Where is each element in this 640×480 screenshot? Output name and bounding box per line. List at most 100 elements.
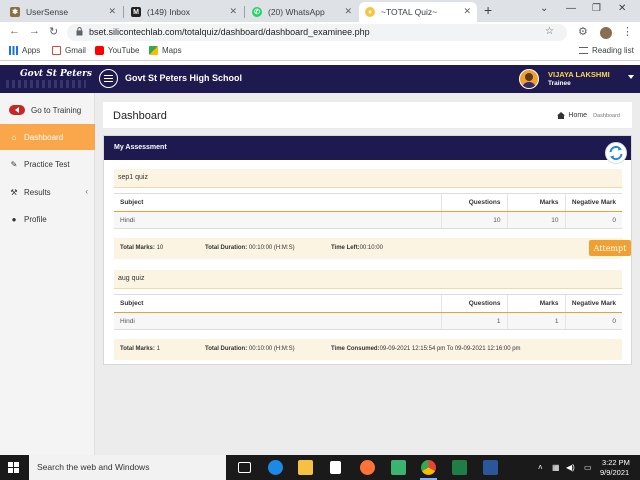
reload-icon[interactable]: ↻ (49, 25, 58, 38)
bookmark-star-icon[interactable]: ☆ (545, 26, 554, 37)
store-icon[interactable] (330, 461, 341, 474)
windows-taskbar: Search the web and Windows ˄ ▦ ◀) ▭ 3:22… (0, 455, 640, 480)
time-left: Time Left:00:10:00 (331, 245, 383, 251)
user-menu-caret-icon[interactable] (628, 75, 634, 79)
column-header-negative-mark: Negative Mark (564, 294, 622, 313)
breadcrumb-home[interactable]: Home (568, 112, 587, 119)
volume-icon[interactable]: ◀) (566, 463, 575, 472)
tray-chevron-up-icon[interactable]: ˄ (538, 463, 543, 472)
user-avatar[interactable] (519, 69, 539, 89)
edge-icon[interactable] (268, 460, 283, 475)
close-window-icon[interactable]: ✕ (618, 3, 626, 14)
brand-logo[interactable]: Govt St Peters (0, 65, 95, 93)
sidebar-item-practice-test[interactable]: ✎ Practice Test (0, 151, 95, 177)
total-marks: Total Marks: 1 (120, 346, 160, 352)
tab-label: (20) WhatsApp (268, 7, 325, 17)
quiz-summary: Total Marks: 10 Total Duration: 00:10:00… (114, 238, 622, 259)
profile-avatar-icon[interactable] (600, 27, 612, 39)
column-header-questions: Questions (440, 294, 507, 313)
bookmark-label: Gmail (65, 46, 86, 55)
quiz-name-bar: sep1 quiz (114, 169, 622, 188)
tab-total-quiz[interactable]: ♦ ~TOTAL Quiz~ ✕ (359, 2, 477, 22)
column-header-marks: Marks (506, 193, 565, 212)
windows-start-icon[interactable] (8, 462, 19, 473)
total-duration: Total Duration: 00:10:00 (H:M:S) (205, 346, 295, 352)
restore-icon[interactable]: ❐ (592, 3, 601, 14)
table-header-row: Subject Questions Marks Negative Mark (114, 294, 622, 313)
page-title: Dashboard (113, 110, 167, 122)
chevron-left-icon: ‹ (85, 187, 88, 196)
tab-usersense[interactable]: ✱ UserSense ✕ (4, 2, 122, 22)
url-field[interactable]: bset.silicontechlab.com/totalquiz/dashbo… (67, 24, 567, 41)
close-tab-icon[interactable]: ✕ (108, 6, 116, 17)
quiz-table: Subject Questions Marks Negative Mark Hi… (114, 294, 622, 330)
back-arrow-icon (9, 105, 25, 115)
app-icon[interactable] (391, 460, 406, 475)
user-name[interactable]: VIJAYA LAKSHMI (548, 70, 610, 79)
column-header-negative-mark: Negative Mark (564, 193, 622, 212)
sidebar-item-dashboard[interactable]: ⌂ Dashboard (0, 124, 95, 150)
bookmarks-bar: Apps Gmail YouTube Maps Reading list (0, 43, 640, 61)
home-icon (557, 112, 566, 119)
cell-questions: 1 (440, 312, 507, 330)
reading-list-button[interactable]: Reading list (579, 46, 634, 55)
menu-kebab-icon[interactable]: ⋮ (622, 25, 633, 38)
excel-icon[interactable] (452, 460, 467, 475)
bookmark-youtube[interactable]: YouTube (95, 46, 139, 55)
sidebar-item-label: Results (24, 187, 51, 197)
youtube-icon (95, 46, 104, 55)
back-arrow-icon[interactable]: ← (9, 25, 20, 37)
hamburger-icon (104, 77, 113, 80)
total-duration: Total Duration: 00:10:00 (H:M:S) (205, 245, 295, 251)
brand-text: Govt St Peters (20, 69, 92, 79)
bookmark-gmail[interactable]: Gmail (52, 46, 86, 55)
sidebar-item-profile[interactable]: ● Profile (0, 206, 95, 232)
firefox-icon[interactable] (360, 460, 375, 475)
taskbar-search-box[interactable]: Search the web and Windows (29, 455, 226, 480)
refresh-icon[interactable] (605, 142, 627, 164)
close-tab-icon[interactable]: ✕ (344, 6, 352, 17)
network-icon[interactable]: ▦ (552, 463, 560, 472)
sidebar: Go to Training ⌂ Dashboard ✎ Practice Te… (0, 93, 95, 455)
sidebar-item-results[interactable]: ⚒ Results ‹ (0, 179, 95, 205)
clock-time[interactable]: 3:22 PM (602, 458, 630, 467)
clock-date[interactable]: 9/9/2021 (600, 468, 629, 477)
attempt-button[interactable]: Attempt (589, 240, 631, 256)
quiz-name: sep1 quiz (118, 174, 148, 181)
cell-subject: Hindi (114, 312, 441, 330)
new-tab-plus-icon[interactable]: + (484, 2, 492, 18)
close-tab-icon[interactable]: ✕ (229, 6, 237, 17)
apps-grid-icon (9, 46, 18, 55)
cell-questions: 10 (440, 211, 507, 229)
whatsapp-favicon-icon: ✆ (252, 7, 262, 17)
column-header-subject: Subject (114, 193, 441, 212)
browser-tab-strip: ✱ UserSense ✕ M (149) Inbox ✕ ✆ (20) Wha… (0, 0, 640, 22)
brand-subtext-decoration (6, 80, 86, 88)
reading-list-icon (579, 47, 588, 54)
tab-inbox[interactable]: M (149) Inbox ✕ (125, 2, 243, 22)
bookmark-maps[interactable]: Maps (149, 46, 182, 55)
keyboard-icon[interactable]: ▭ (584, 463, 592, 472)
user-icon: ● (11, 214, 17, 224)
extensions-icon[interactable]: ⚙ (578, 25, 588, 38)
table-header-row: Subject Questions Marks Negative Mark (114, 193, 622, 212)
menu-toggle-button[interactable] (99, 69, 118, 88)
maps-icon (149, 46, 158, 55)
minimize-icon[interactable]: — (566, 3, 576, 14)
chrome-icon[interactable] (421, 460, 436, 475)
sidebar-item-label: Practice Test (24, 159, 70, 169)
table-row: Hindi 10 10 0 (114, 211, 622, 229)
reading-list-label: Reading list (592, 46, 634, 55)
cell-marks: 1 (506, 312, 565, 330)
word-icon[interactable] (483, 460, 498, 475)
bookmark-apps[interactable]: Apps (9, 46, 40, 55)
close-tab-icon[interactable]: ✕ (463, 6, 471, 17)
tab-whatsapp[interactable]: ✆ (20) WhatsApp ✕ (246, 2, 358, 22)
task-view-icon[interactable] (238, 462, 251, 473)
forward-arrow-icon[interactable]: → (29, 25, 40, 37)
tab-search-chevron-icon[interactable]: ⌄ (540, 3, 548, 14)
column-header-subject: Subject (114, 294, 441, 313)
wrench-icon: ⚒ (10, 187, 18, 197)
file-explorer-icon[interactable] (298, 460, 313, 475)
go-to-training-link[interactable]: Go to Training (0, 101, 95, 119)
